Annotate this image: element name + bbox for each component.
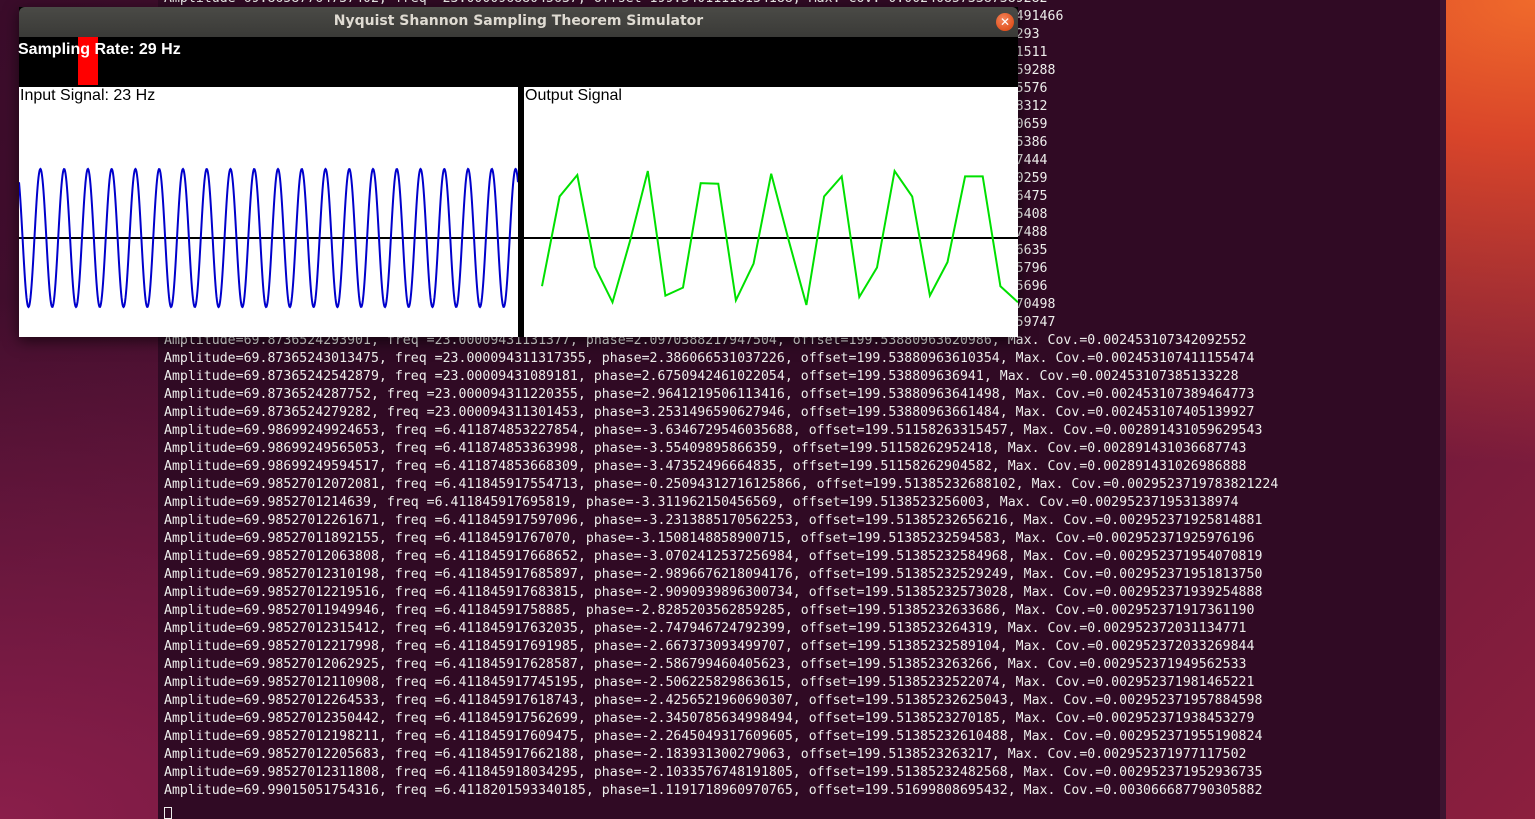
input-signal-plot: Input Signal: 23 Hz bbox=[19, 87, 518, 337]
terminal-line: Amplitude=69.98527012217998, freq =6.411… bbox=[164, 639, 1255, 654]
terminal-line: Amplitude=69.98527012315412, freq =6.411… bbox=[164, 621, 1247, 636]
terminal-line: Amplitude=69.98527012072081, freq =6.411… bbox=[164, 477, 1279, 492]
sampling-rate-slider[interactable]: Sampling Rate: 29 Hz bbox=[18, 37, 1018, 87]
terminal-line: Amplitude=69.98527012205683, freq =6.411… bbox=[164, 747, 1247, 762]
terminal-line: Amplitude=69.98527012264533, freq =6.411… bbox=[164, 693, 1263, 708]
output-signal-title: Output Signal bbox=[525, 87, 622, 104]
terminal-line: Amplitude=69.98527012062925, freq =6.411… bbox=[164, 657, 1247, 672]
simulator-window: Nyquist Shannon Sampling Theorem Simulat… bbox=[18, 7, 1018, 337]
window-titlebar[interactable]: Nyquist Shannon Sampling Theorem Simulat… bbox=[19, 7, 1018, 37]
terminal-line: Amplitude=69.98527012311808, freq =6.411… bbox=[164, 765, 1263, 780]
terminal-line: Amplitude=69.9852701214639, freq =6.4118… bbox=[164, 495, 1239, 510]
terminal-line: Amplitude=69.98527012198211, freq =6.411… bbox=[164, 729, 1263, 744]
terminal-line: Amplitude=69.98527012261671, freq =6.411… bbox=[164, 513, 1263, 528]
input-signal-graph bbox=[19, 167, 518, 309]
terminal-scrollbar[interactable] bbox=[1440, 0, 1446, 819]
terminal-line: Amplitude=69.98699249594517, freq =6.411… bbox=[164, 459, 1247, 474]
terminal-line: Amplitude=69.98527011949946, freq =6.411… bbox=[164, 603, 1255, 618]
terminal-line: Amplitude=69.87365242542879, freq =23.00… bbox=[164, 369, 1239, 384]
terminal-line: Amplitude=69.99015051754316, freq =6.411… bbox=[164, 783, 1263, 798]
output-signal-graph bbox=[524, 168, 1018, 306]
output-signal-plot: Output Signal bbox=[524, 87, 1018, 337]
terminal-line: Amplitude=69.98527012350442, freq =6.411… bbox=[164, 711, 1255, 726]
terminal-line: Amplitude=69.98527012219516, freq =6.411… bbox=[164, 585, 1263, 600]
terminal-cursor bbox=[164, 807, 172, 819]
terminal-line: Amplitude=69.98699249924653, freq =6.411… bbox=[164, 423, 1263, 438]
terminal-line: Amplitude=69.98527012310198, freq =6.411… bbox=[164, 567, 1263, 582]
close-button[interactable]: ✕ bbox=[996, 13, 1014, 31]
input-signal-title: Input Signal: 23 Hz bbox=[20, 87, 156, 104]
terminal-line: Amplitude=69.98699249565053, freq =6.411… bbox=[164, 441, 1247, 456]
terminal-line: Amplitude=69.8736524287752, freq =23.000… bbox=[164, 387, 1255, 402]
terminal-line: Amplitude=69.8736524279282, freq =23.000… bbox=[164, 405, 1255, 420]
terminal-line: Amplitude=69.87365243013475, freq =23.00… bbox=[164, 351, 1255, 366]
terminal-line: Amplitude=69.98527011892155, freq =6.411… bbox=[164, 531, 1255, 546]
terminal-line: Amplitude=69.98527012110908, freq =6.411… bbox=[164, 675, 1255, 690]
sampling-rate-label: Sampling Rate: 29 Hz bbox=[18, 41, 181, 58]
window-title: Nyquist Shannon Sampling Theorem Simulat… bbox=[333, 13, 704, 29]
terminal-line: Amplitude=69.98527012063808, freq =6.411… bbox=[164, 549, 1263, 564]
